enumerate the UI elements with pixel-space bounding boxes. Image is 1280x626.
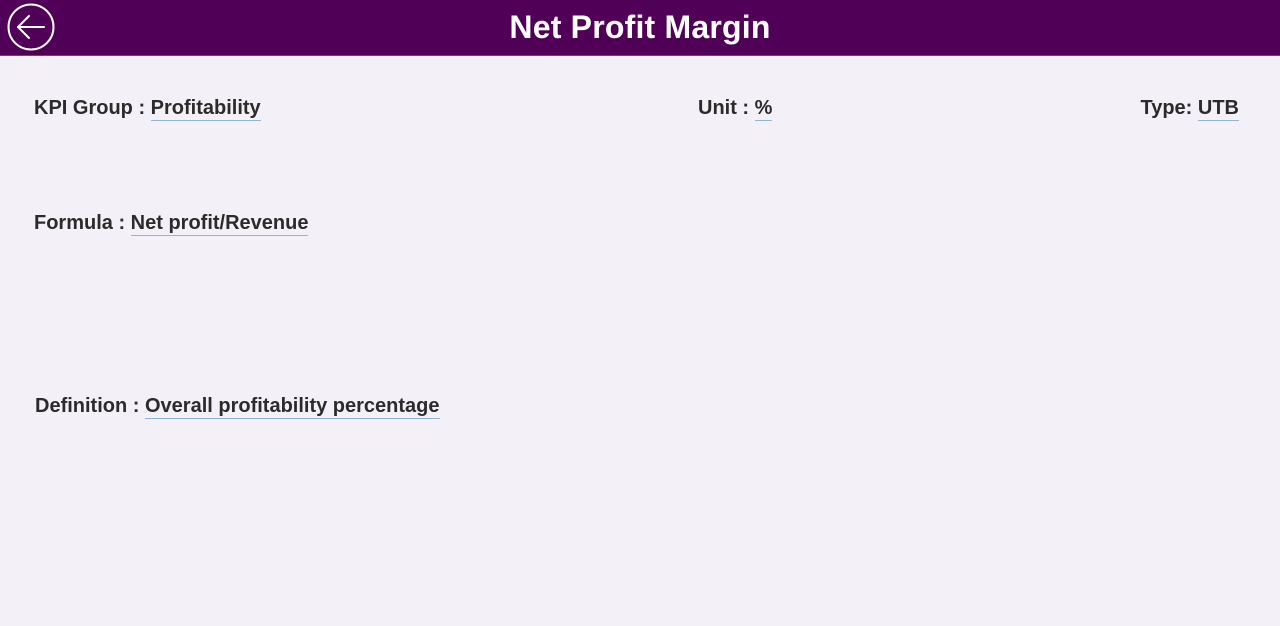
definition-label: Definition : <box>35 395 145 417</box>
definition-value[interactable]: Overall profitability percentage <box>144 395 440 419</box>
unit-label: Unit : <box>698 97 755 119</box>
kpi-group-value[interactable]: Profitability <box>150 97 261 121</box>
formula-value[interactable]: Net profit/Revenue <box>130 212 309 236</box>
formula-field: Formula : Net profit/Revenue <box>34 212 309 236</box>
type-label: Type: <box>1140 97 1198 119</box>
unit-value[interactable]: % <box>754 97 773 121</box>
page-title: Net Profit Margin <box>509 9 771 45</box>
type-field: Type: UTB <box>1140 97 1239 121</box>
definition-field: Definition : Overall profitability perce… <box>35 395 440 419</box>
formula-label: Formula : <box>34 212 131 234</box>
header-bar: Net Profit Margin <box>0 0 1280 56</box>
kpi-group-field: KPI Group : Profitability <box>34 97 261 121</box>
kpi-group-label: KPI Group : <box>34 97 151 119</box>
type-value[interactable]: UTB <box>1197 97 1239 121</box>
unit-field: Unit : % <box>698 97 773 121</box>
